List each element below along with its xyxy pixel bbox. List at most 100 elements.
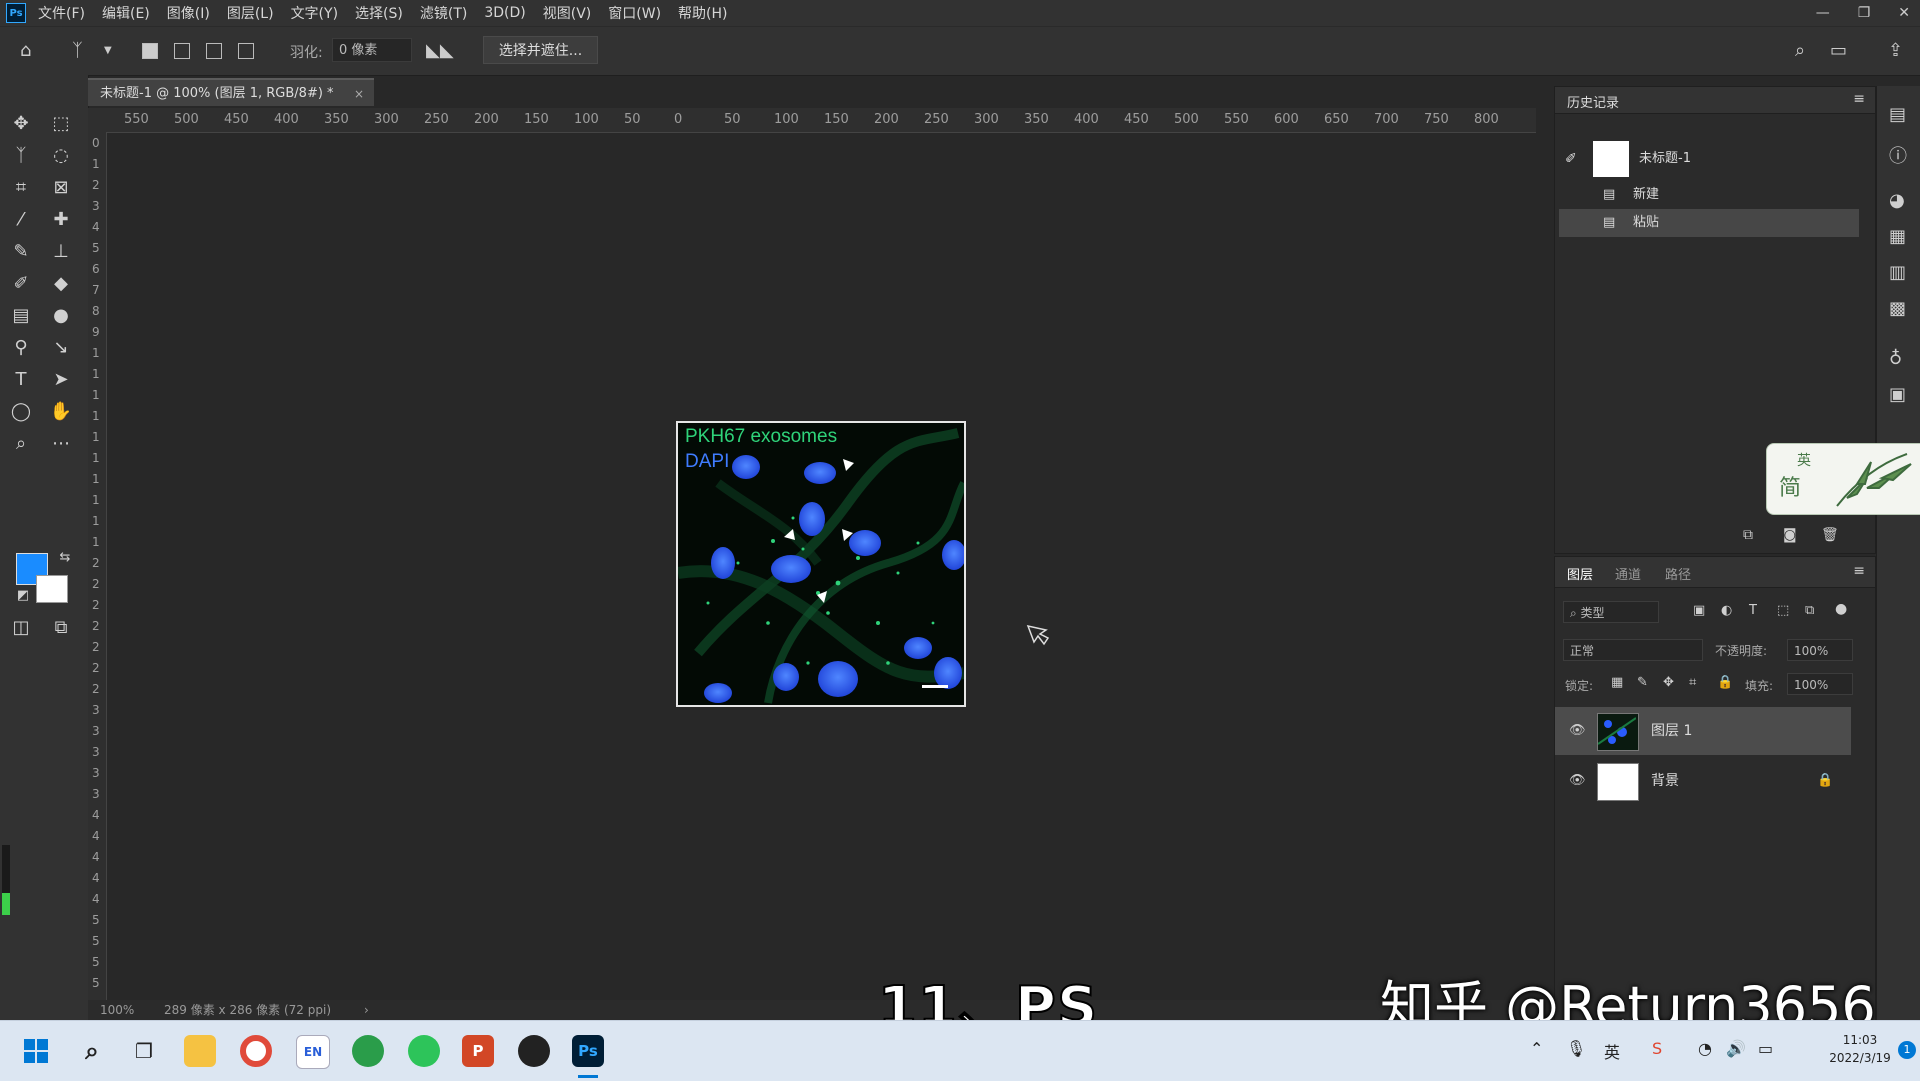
tab-paths[interactable]: 路径 — [1665, 564, 1691, 583]
home-icon[interactable]: ⌂ — [20, 41, 31, 61]
subtract-selection-icon[interactable] — [206, 43, 222, 59]
select-and-mask-button[interactable]: 选择并遮住... — [483, 36, 598, 64]
tab-channels[interactable]: 通道 — [1615, 564, 1641, 583]
wechat-icon[interactable] — [408, 1035, 440, 1067]
learn-bulb-icon[interactable]: ♁ — [1889, 348, 1902, 369]
notification-badge[interactable]: 1 — [1898, 1041, 1916, 1059]
panel-menu-icon[interactable]: ≡ — [1853, 91, 1865, 107]
pen-tool-icon[interactable]: ↘ — [48, 335, 74, 361]
document-tab[interactable]: 未标题-1 @ 100% (图层 1, RGB/8#) * × — [88, 78, 374, 106]
photoshop-taskbar-icon[interactable]: Ps — [572, 1035, 604, 1067]
history-brush-source-icon[interactable]: ✐ — [1565, 137, 1577, 181]
zoom-tool-icon[interactable]: ⌕ — [8, 431, 34, 457]
menu-select[interactable]: 选择(S) — [355, 3, 403, 23]
menu-edit[interactable]: 编辑(E) — [102, 3, 150, 23]
lock-pixels-icon[interactable]: ✎ — [1637, 675, 1648, 690]
menu-layer[interactable]: 图层(L) — [227, 3, 274, 23]
eraser-tool-icon[interactable]: ◆ — [48, 271, 74, 297]
chevron-down-icon[interactable]: ▼ — [104, 41, 112, 61]
blend-mode-select[interactable]: 正常 — [1563, 639, 1703, 661]
layer-row[interactable]: 👁 背景 🔒 — [1555, 757, 1851, 805]
battery-icon[interactable]: ▭ — [1758, 1039, 1773, 1058]
menu-image[interactable]: 图像(I) — [167, 3, 210, 23]
more-tools-icon[interactable]: ⋯ — [48, 431, 74, 457]
task-view-icon[interactable]: ❐ — [128, 1035, 160, 1067]
share-icon[interactable]: ⇪ — [1888, 41, 1903, 61]
restore-icon[interactable]: ❐ — [1858, 5, 1871, 21]
screen-mode-icon[interactable]: ⧉ — [48, 615, 74, 641]
menu-window[interactable]: 窗口(W) — [608, 3, 661, 23]
swap-colors-icon[interactable]: ⇆ — [52, 545, 78, 571]
powerpoint-icon[interactable]: P — [462, 1035, 494, 1067]
new-document-from-state-icon[interactable]: ⧉ — [1743, 527, 1753, 543]
ime-simplified-toggle[interactable]: 简 — [1779, 470, 1801, 502]
snapshot-camera-icon[interactable]: ◙ — [1783, 527, 1797, 543]
path-selection-tool-icon[interactable]: ➤ — [48, 367, 74, 393]
status-zoom[interactable]: 100% — [100, 1000, 134, 1020]
ellipse-tool-icon[interactable]: ◯ — [8, 399, 34, 425]
tab-history[interactable]: 历史记录 — [1567, 92, 1619, 111]
filter-type-icon[interactable]: T — [1749, 603, 1757, 618]
tray-app-icon[interactable]: S — [1652, 1039, 1662, 1058]
gradient-tool-icon[interactable]: ▤ — [8, 303, 34, 329]
wifi-icon[interactable]: ◔ — [1698, 1039, 1712, 1058]
minimize-icon[interactable]: — — [1816, 5, 1830, 21]
menu-filter[interactable]: 滤镜(T) — [420, 3, 467, 23]
color-panel-icon[interactable]: ◕ — [1889, 190, 1905, 211]
frame-tool-icon[interactable]: ⊠ — [48, 175, 74, 201]
history-panel-icon[interactable]: ▤ — [1889, 104, 1906, 125]
system-clock[interactable]: 11:03 2022/3/19 — [1822, 1031, 1898, 1067]
add-selection-icon[interactable] — [174, 43, 190, 59]
history-step[interactable]: ▤ 新建 — [1559, 181, 1859, 209]
windows-start-icon[interactable] — [20, 1035, 52, 1067]
menu-view[interactable]: 视图(V) — [543, 3, 592, 23]
close-icon[interactable]: ✕ — [1898, 5, 1910, 21]
filter-shape-icon[interactable]: ⬚ — [1777, 603, 1789, 618]
type-tool-icon[interactable]: T — [8, 367, 34, 393]
gradients-icon[interactable]: ▥ — [1889, 262, 1906, 283]
swatches-icon[interactable]: ▦ — [1889, 226, 1906, 247]
search-icon[interactable]: ⌕ — [76, 1035, 108, 1067]
history-snapshot[interactable]: ✐ 未标题-1 — [1559, 137, 1859, 181]
microphone-icon[interactable]: 🎙 — [1566, 1039, 1586, 1058]
intersect-selection-icon[interactable] — [238, 43, 254, 59]
feather-input[interactable]: 0 像素 — [332, 38, 412, 62]
filter-pixel-icon[interactable]: ▣ — [1693, 603, 1705, 618]
healing-brush-tool-icon[interactable]: ✚ — [48, 207, 74, 233]
trash-icon[interactable]: 🗑 — [1821, 527, 1839, 543]
eyedropper-tool-icon[interactable]: ⁄ — [8, 207, 34, 233]
canvas-image[interactable]: PKH67 exosomes DAPI — [676, 421, 966, 707]
ime-floating-widget[interactable]: 英 简 — [1766, 443, 1920, 515]
dodge-tool-icon[interactable]: ⚲ — [8, 335, 34, 361]
menu-type[interactable]: 文字(Y) — [291, 3, 338, 23]
close-tab-icon[interactable]: × — [354, 80, 364, 108]
move-tool-icon[interactable]: ✥ — [8, 111, 34, 137]
lasso-tool-preset-icon[interactable]: ᛉ — [72, 41, 83, 61]
patterns-icon[interactable]: ▩ — [1889, 298, 1906, 319]
menu-3d[interactable]: 3D(D) — [484, 5, 525, 21]
history-brush-tool-icon[interactable]: ✐ — [8, 271, 34, 297]
chrome-icon[interactable] — [240, 1035, 272, 1067]
crop-tool-icon[interactable]: ⌗ — [8, 175, 34, 201]
input-method-icon[interactable]: EN — [296, 1035, 330, 1069]
hand-tool-icon[interactable]: ✋ — [48, 399, 74, 425]
menu-help[interactable]: 帮助(H) — [678, 3, 727, 23]
quick-select-tool-icon[interactable]: ◌ — [48, 143, 74, 169]
layer-row[interactable]: 👁 图层 1 — [1555, 707, 1851, 755]
blur-tool-icon[interactable]: ● — [48, 303, 74, 329]
show-hidden-icons-icon[interactable]: ⌃ — [1530, 1039, 1543, 1058]
default-colors-icon[interactable]: ◩ — [10, 583, 36, 609]
fill-input[interactable]: 100% — [1787, 673, 1853, 695]
panel-menu-icon[interactable]: ≡ — [1853, 563, 1865, 579]
filter-adjustment-icon[interactable]: ◐ — [1721, 603, 1732, 618]
visibility-eye-icon[interactable]: 👁 — [1569, 707, 1586, 755]
background-color-swatch[interactable] — [36, 575, 68, 603]
brush-tool-icon[interactable]: ✎ — [8, 239, 34, 265]
menu-file[interactable]: 文件(F) — [38, 3, 85, 23]
tab-layers[interactable]: 图层 — [1567, 564, 1593, 583]
search-icon[interactable]: ⌕ — [1795, 41, 1805, 61]
lock-position-icon[interactable]: ✥ — [1663, 675, 1674, 690]
filter-smart-object-icon[interactable]: ⧉ — [1805, 603, 1814, 618]
new-selection-icon[interactable] — [142, 43, 158, 59]
marquee-tool-icon[interactable]: ⬚ — [48, 111, 74, 137]
